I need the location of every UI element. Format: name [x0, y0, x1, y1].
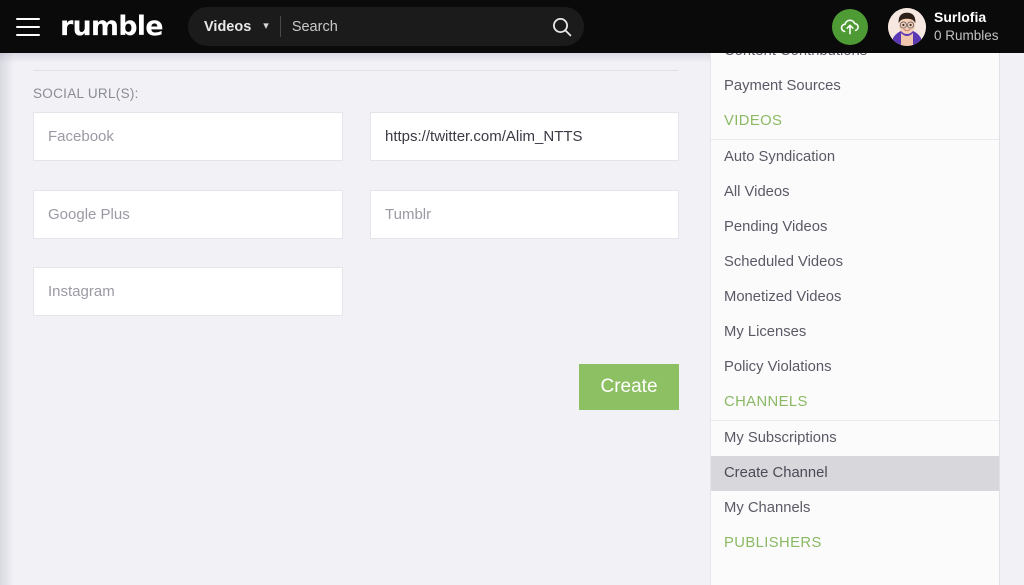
main-content: SOCIAL URL(S): Create	[0, 53, 710, 585]
top-edge-shadow	[0, 53, 710, 63]
search-category-label[interactable]: Videos	[204, 19, 251, 35]
sidebar-item-scheduled-videos[interactable]: Scheduled Videos	[711, 245, 1000, 280]
cloud-upload-icon[interactable]	[832, 9, 868, 45]
social-urls-label: SOCIAL URL(S):	[33, 86, 139, 101]
sidebar-region: Content ContributionsPayment SourcesVIDE…	[710, 53, 1024, 585]
search-icon[interactable]	[540, 7, 584, 46]
sidebar-item-my-subscriptions[interactable]: My Subscriptions	[711, 421, 1000, 456]
sidebar-item-monetized-videos[interactable]: Monetized Videos	[711, 280, 1000, 315]
avatar[interactable]	[888, 8, 926, 46]
left-edge-shadow	[0, 53, 14, 585]
user-rumbles-count: 0 Rumbles	[934, 27, 999, 44]
search-bar: Videos ▾	[188, 7, 584, 46]
rumble-logo[interactable]: rumble	[60, 13, 163, 40]
sidebar-item-policy-violations[interactable]: Policy Violations	[711, 350, 1000, 385]
instagram-input[interactable]	[33, 267, 343, 316]
create-button[interactable]: Create	[579, 364, 679, 410]
sidebar-item-content-contributions[interactable]: Content Contributions	[711, 53, 1000, 69]
sidebar-section-publishers: PUBLISHERS	[711, 526, 1000, 561]
sidebar-item-my-licenses[interactable]: My Licenses	[711, 315, 1000, 350]
facebook-input[interactable]	[33, 112, 343, 161]
sidebar-scroll-content: Content ContributionsPayment SourcesVIDE…	[711, 53, 1000, 561]
page-root: rumble Videos ▾	[0, 0, 1024, 585]
sidebar-item-payment-sources[interactable]: Payment Sources	[711, 69, 1000, 104]
sidebar-item-all-videos[interactable]: All Videos	[711, 175, 1000, 210]
top-header: rumble Videos ▾	[0, 0, 1024, 53]
hamburger-menu-icon[interactable]	[16, 18, 40, 36]
google-plus-input[interactable]	[33, 190, 343, 239]
form-divider	[33, 70, 678, 71]
sidebar-item-auto-syndication[interactable]: Auto Syndication	[711, 140, 1000, 175]
chevron-down-icon[interactable]: ▾	[263, 21, 269, 32]
sidebar-item-my-channels[interactable]: My Channels	[711, 491, 1000, 526]
user-name: Surlofia	[934, 9, 999, 27]
sidebar-section-videos: VIDEOS	[711, 104, 1000, 139]
sidebar-item-pending-videos[interactable]: Pending Videos	[711, 210, 1000, 245]
sidebar-item-create-channel[interactable]: Create Channel	[711, 456, 1000, 491]
search-divider	[280, 16, 281, 37]
twitter-input[interactable]	[370, 112, 679, 161]
sidebar: Content ContributionsPayment SourcesVIDE…	[710, 53, 1000, 585]
sidebar-section-channels: CHANNELS	[711, 385, 1000, 420]
user-info[interactable]: Surlofia 0 Rumbles	[934, 9, 999, 44]
search-input[interactable]	[292, 19, 540, 35]
tumblr-input[interactable]	[370, 190, 679, 239]
